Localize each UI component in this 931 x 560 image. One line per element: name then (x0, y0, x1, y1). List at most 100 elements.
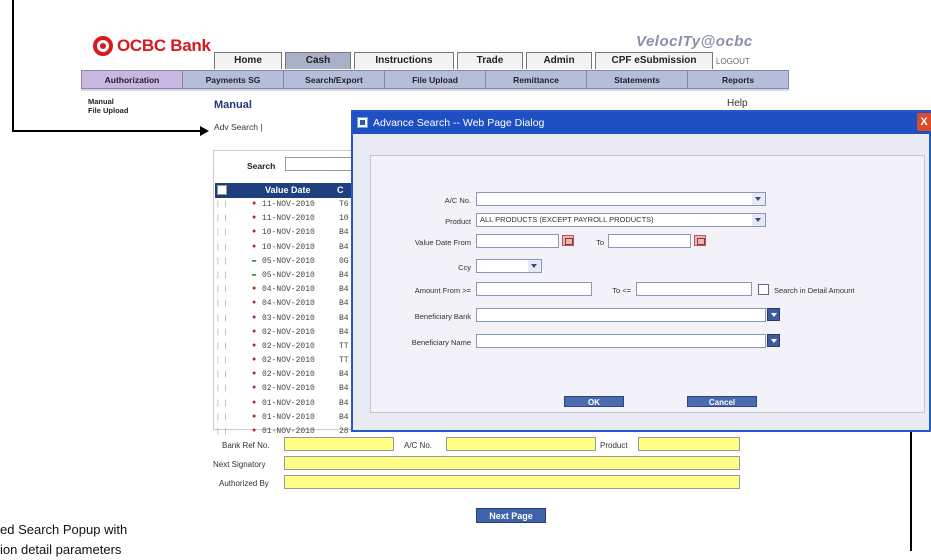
logout-link[interactable]: LOGOUT (716, 57, 750, 66)
row-ref: 10 (339, 214, 349, 224)
table-row[interactable]: | | ● 02-NOV-2010 TT (215, 354, 353, 368)
ac-no-select[interactable] (476, 192, 766, 206)
next-signatory-field[interactable] (284, 456, 740, 470)
caption-line-2: ion detail parameters (0, 542, 122, 557)
product-field[interactable] (638, 437, 740, 451)
product-selected-value: ALL PRODUCTS (EXCEPT PAYROLL PRODUCTS) (480, 215, 654, 224)
row-checkbox[interactable]: | | (217, 400, 229, 407)
row-checkbox[interactable]: | | (217, 215, 229, 222)
table-row[interactable]: | | ● 10-NOV-2010 B4 (215, 226, 353, 240)
row-value-date: 02-NOV-2010 (262, 327, 315, 337)
product-label: Product (600, 441, 628, 450)
value-date-to-input[interactable] (608, 234, 691, 248)
ac-no-field[interactable] (446, 437, 596, 451)
calendar-icon[interactable] (562, 235, 574, 246)
help-link[interactable]: Help (727, 98, 748, 109)
authorized-by-field[interactable] (284, 475, 740, 489)
cancel-button[interactable]: Cancel (687, 396, 757, 407)
sidebar-item-file-upload[interactable]: File Upload (88, 106, 128, 115)
product-select[interactable]: ALL PRODUCTS (EXCEPT PAYROLL PRODUCTS) (476, 213, 766, 227)
page-title: Manual (214, 99, 252, 111)
row-checkbox[interactable]: | | (217, 286, 229, 293)
subnav-file-upload[interactable]: File Upload (385, 71, 486, 88)
value-date-to-label: To (596, 238, 604, 247)
table-row[interactable]: | | ● 01-NOV-2010 B4 (215, 411, 353, 425)
status-error-icon: ● (252, 427, 257, 435)
amount-from-input[interactable] (476, 282, 592, 296)
amount-to-label: To <= (612, 286, 631, 295)
select-all-checkbox[interactable] (217, 185, 227, 195)
col-value-date[interactable]: Value Date (265, 185, 311, 195)
beneficiary-name-lookup-icon[interactable] (767, 334, 780, 347)
ccy-select[interactable] (476, 259, 542, 273)
row-checkbox[interactable]: | | (217, 343, 229, 350)
row-checkbox[interactable]: | | (217, 272, 229, 279)
search-input[interactable] (285, 157, 355, 171)
row-checkbox[interactable]: | | (217, 414, 229, 421)
bank-ref-field[interactable] (284, 437, 394, 451)
table-row[interactable]: | | ● 02-NOV-2010 B4 (215, 382, 353, 396)
next-page-button[interactable]: Next Page (476, 508, 546, 523)
row-checkbox[interactable]: | | (217, 371, 229, 378)
tab-trade[interactable]: Trade (457, 52, 523, 69)
status-error-icon: ● (252, 341, 257, 350)
subnav-statements[interactable]: Statements (587, 71, 688, 88)
close-icon[interactable]: X (917, 113, 931, 131)
subnav-payments-sg[interactable]: Payments SG (183, 71, 284, 88)
beneficiary-bank-lookup-icon[interactable] (767, 308, 780, 321)
col-ref[interactable]: C (337, 185, 344, 195)
row-checkbox[interactable]: | | (217, 385, 229, 392)
table-row[interactable]: | | ● 04-NOV-2010 B4 (215, 283, 353, 297)
ok-button[interactable]: OK (564, 396, 624, 407)
row-checkbox[interactable]: | | (217, 428, 229, 435)
row-checkbox[interactable]: | | (217, 300, 229, 307)
calendar-icon[interactable] (694, 235, 706, 246)
amount-to-input[interactable] (636, 282, 752, 296)
sidebar-item-manual[interactable]: Manual (88, 97, 128, 106)
row-checkbox[interactable]: | | (217, 329, 229, 336)
row-ref: B4 (339, 327, 349, 337)
dialog-title-bar[interactable]: Advance Search -- Web Page Dialog X (353, 112, 931, 134)
table-row[interactable]: | | ● 10-NOV-2010 B4 (215, 241, 353, 255)
subnav-remittance[interactable]: Remittance (486, 71, 587, 88)
table-row[interactable]: | | ▬ 05-NOV-2010 B4 (215, 269, 353, 283)
subnav-reports[interactable]: Reports (688, 71, 788, 88)
status-error-icon: ● (252, 356, 257, 365)
status-error-icon: ● (252, 285, 257, 294)
transaction-list: | | ● 11-NOV-2010 T6 | | ● 11-NOV-2010 10 | | ● 10… (215, 198, 353, 439)
search-in-detail-checkbox[interactable] (758, 284, 769, 295)
beneficiary-name-input[interactable] (476, 334, 766, 348)
header-divider (81, 89, 789, 91)
table-row[interactable]: | | ● 02-NOV-2010 TT (215, 340, 353, 354)
status-error-icon: ● (252, 299, 257, 308)
subnav-authorization[interactable]: Authorization (82, 71, 183, 88)
table-row[interactable]: | | ● 04-NOV-2010 B4 (215, 297, 353, 311)
row-checkbox[interactable]: | | (217, 258, 229, 265)
list-header: Value Date C (215, 183, 353, 198)
row-checkbox[interactable]: | | (217, 315, 229, 322)
table-row[interactable]: | | ● 01-NOV-2010 B4 (215, 397, 353, 411)
beneficiary-bank-input[interactable] (476, 308, 766, 322)
tab-admin[interactable]: Admin (526, 52, 592, 69)
tab-instructions[interactable]: Instructions (354, 52, 454, 69)
row-checkbox[interactable]: | | (217, 201, 229, 208)
amount-from-label: Amount From >= (414, 286, 471, 295)
row-ref: B4 (339, 412, 349, 422)
subnav-search-export[interactable]: Search/Export (284, 71, 385, 88)
table-row[interactable]: | | ● 02-NOV-2010 B4 (215, 368, 353, 382)
row-checkbox[interactable]: | | (217, 229, 229, 236)
adv-search-link[interactable]: Adv Search | (214, 122, 263, 132)
table-row[interactable]: | | ● 02-NOV-2010 B4 (215, 326, 353, 340)
value-date-from-input[interactable] (476, 234, 559, 248)
row-checkbox[interactable]: | | (217, 357, 229, 364)
table-row[interactable]: | | ● 11-NOV-2010 10 (215, 212, 353, 226)
tab-home[interactable]: Home (214, 52, 282, 69)
table-row[interactable]: | | ● 03-NOV-2010 B4 (215, 312, 353, 326)
annotation-arrowhead (200, 126, 209, 136)
tab-cpf-esubmission[interactable]: CPF eSubmission (595, 52, 713, 69)
table-row[interactable]: | | ● 11-NOV-2010 T6 (215, 198, 353, 212)
table-row[interactable]: | | ▬ 05-NOV-2010 0G (215, 255, 353, 269)
row-checkbox[interactable]: | | (217, 244, 229, 251)
adv-search-label: Adv Search (214, 122, 258, 132)
tab-cash[interactable]: Cash (285, 52, 351, 69)
